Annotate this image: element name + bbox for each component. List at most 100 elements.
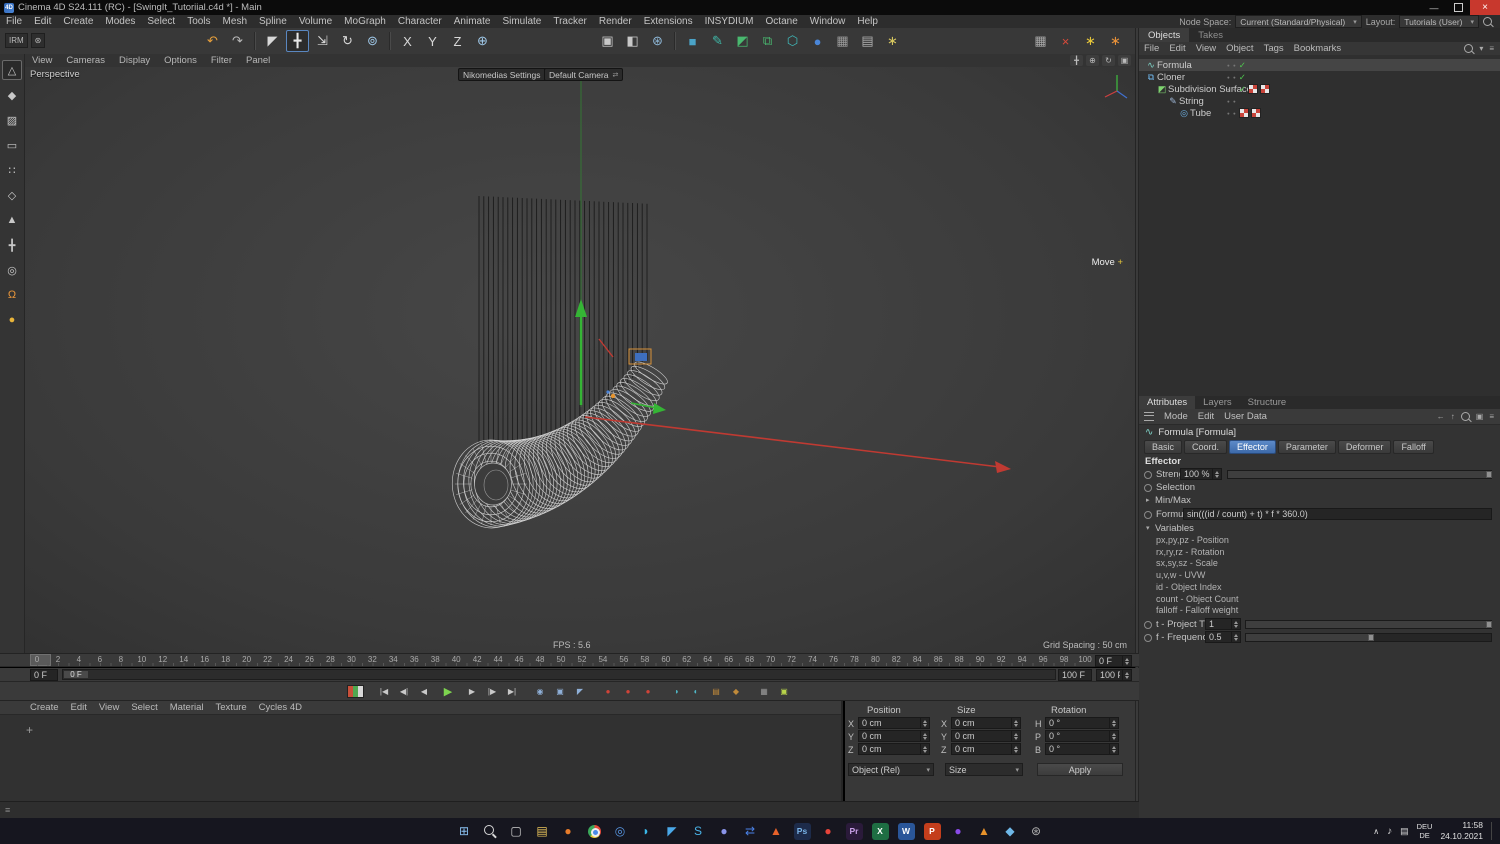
slider-handle[interactable] (1486, 621, 1492, 628)
strength-field[interactable]: 100 % (1180, 468, 1222, 480)
teamviewer-icon[interactable]: ⇄ (738, 819, 762, 843)
minmax-row[interactable]: ▸ Min/Max (1139, 494, 1495, 507)
chrome-icon[interactable] (582, 819, 606, 843)
spinner[interactable] (920, 731, 929, 741)
keyframe-dot-icon[interactable] (1144, 511, 1152, 519)
search-icon[interactable] (1464, 44, 1474, 53)
menu-tracker[interactable]: Tracker (547, 16, 593, 27)
coord-rotation-b-field[interactable]: 0 ° (1045, 743, 1119, 755)
edges-mode-icon[interactable]: ◇ (2, 185, 22, 205)
spinner[interactable] (1109, 718, 1118, 728)
key-parameter-button[interactable]: ◑ (667, 684, 685, 699)
spinner[interactable] (1212, 469, 1221, 479)
menu-mograph[interactable]: MoGraph (338, 16, 392, 27)
tab-deformer[interactable]: Deformer (1337, 440, 1392, 454)
keyframe-dot-icon[interactable] (1144, 634, 1152, 642)
model-mode-icon[interactable]: ◆ (2, 85, 22, 105)
menu-spline[interactable]: Spline (253, 16, 293, 27)
lock-x-button[interactable]: X (396, 30, 419, 52)
material-menu-texture[interactable]: Texture (210, 702, 253, 713)
menu-select[interactable]: Select (141, 16, 181, 27)
redo-icon[interactable]: ↷ (226, 30, 249, 52)
coord-position-y-field[interactable]: 0 cm (858, 730, 930, 742)
plugin-yellow-icon[interactable]: ∗ (1079, 30, 1102, 52)
tree-item-cloner[interactable]: ⧉ Cloner ● ● ✓ (1139, 71, 1500, 83)
objects-menu-tags[interactable]: Tags (1259, 43, 1289, 54)
coord-position-x-field[interactable]: 0 cm (858, 717, 930, 729)
render-pv-icon[interactable]: ◧ (621, 30, 644, 52)
coord-size-y-field[interactable]: 0 cm (951, 730, 1021, 742)
apply-button[interactable]: Apply (1037, 763, 1123, 776)
brave-icon[interactable]: ▲ (764, 819, 788, 843)
burger-menu-icon[interactable] (1144, 412, 1154, 421)
timeline-ruler[interactable]: 0 F 0 2 4 6 8 10 12 14 16 18 20 22 24 26 28 30 32 34 36 38 4… (0, 653, 1139, 667)
spline-pen-icon[interactable]: ✎ (706, 30, 729, 52)
menu-octane[interactable]: Octane (760, 16, 804, 27)
menu-edit[interactable]: Edit (28, 16, 57, 27)
material-menu-create[interactable]: Create (24, 702, 65, 713)
collapsed-caret-icon[interactable]: ▸ (1146, 494, 1150, 507)
filter-icon[interactable]: ▾ (1479, 44, 1483, 53)
range-playhead-chip[interactable]: 0 F (64, 670, 88, 679)
tree-item-string[interactable]: ✎ String ● ● (1139, 95, 1500, 107)
light-tool-icon[interactable]: ∗ (881, 30, 904, 52)
texture-tag-icon[interactable] (1247, 84, 1258, 94)
telegram-icon[interactable]: ◤ (660, 819, 684, 843)
slider-handle[interactable] (1486, 471, 1492, 478)
back-arrow-icon[interactable]: ← (1437, 412, 1445, 421)
keyboard-icon[interactable]: ▤ (1400, 826, 1409, 837)
objects-menu-bookmarks[interactable]: Bookmarks (1289, 43, 1347, 54)
keyframe-bar-icon[interactable]: ▤ (707, 684, 725, 699)
excel-icon[interactable]: X (868, 819, 892, 843)
coord-size-x-field[interactable]: 0 cm (951, 717, 1021, 729)
key-pla-button[interactable]: ◐ (687, 684, 705, 699)
points-mode-icon[interactable]: ∷ (2, 160, 22, 180)
range-start-field[interactable]: 0 F (30, 669, 58, 681)
objects-menu-edit[interactable]: Edit (1164, 43, 1190, 54)
premiere-icon[interactable]: Pr (842, 819, 866, 843)
solo-mode-icon[interactable]: ◎ (2, 260, 22, 280)
volume-tool-icon[interactable]: ⬡ (781, 30, 804, 52)
tab-effector[interactable]: Effector (1229, 440, 1276, 454)
word-icon[interactable]: W (894, 819, 918, 843)
expanded-caret-icon[interactable]: ▾ (1146, 522, 1150, 535)
snap-icon[interactable]: Ω (2, 285, 22, 305)
menu-volume[interactable]: Volume (293, 16, 338, 27)
texture-tag-icon[interactable] (1250, 108, 1261, 118)
workplane-icon[interactable]: ▭ (2, 135, 22, 155)
tab-takes[interactable]: Takes (1189, 28, 1232, 42)
goto-end-button[interactable]: ▶| (503, 684, 521, 699)
next-frame-button[interactable]: ▶ (463, 684, 481, 699)
tree-item-subdivision-surface[interactable]: ◩ Subdivision Surface ● ● ✓ (1139, 83, 1500, 95)
lock-icon[interactable]: ▣ (1476, 412, 1484, 421)
texture-tag-icon[interactable] (1259, 84, 1270, 94)
grip-icon[interactable]: ≡ (5, 805, 10, 815)
formula-input[interactable]: sin(((id / count) + t) * f * 360.0) (1183, 508, 1492, 520)
zoom-view-icon[interactable]: ⊕ (1086, 55, 1099, 66)
goto-start-button[interactable]: |◀ (375, 684, 393, 699)
autokey-button[interactable]: ▣ (551, 684, 569, 699)
lock-z-button[interactable]: Z (446, 30, 469, 52)
camera-tool-icon[interactable]: ▤ (856, 30, 879, 52)
menu-extensions[interactable]: Extensions (638, 16, 699, 27)
menu-render[interactable]: Render (593, 16, 638, 27)
viewport-menu-cameras[interactable]: Cameras (59, 55, 112, 66)
purple-app-icon[interactable]: ● (946, 819, 970, 843)
material-menu-material[interactable]: Material (164, 702, 210, 713)
lock-y-button[interactable]: Y (421, 30, 444, 52)
live-selection-icon[interactable]: ◤ (261, 30, 284, 52)
start-button[interactable]: ⊞ (452, 819, 476, 843)
spinner[interactable] (1011, 731, 1020, 741)
frequency-field[interactable]: 0.5 (1205, 631, 1241, 643)
next-key-button[interactable]: |▶ (483, 684, 501, 699)
opera-icon[interactable]: ● (816, 819, 840, 843)
vlc-icon[interactable]: ▲ (972, 819, 996, 843)
objects-menu-view[interactable]: View (1191, 43, 1221, 54)
render-settings-icon[interactable]: ⊛ (646, 30, 669, 52)
objects-menu-object[interactable]: Object (1221, 43, 1258, 54)
spinner[interactable] (1011, 718, 1020, 728)
enabled-check-icon[interactable]: ✓ (1239, 72, 1246, 83)
mode-menu-edit[interactable]: Edit (1193, 411, 1219, 422)
object-mode-dropdown[interactable]: Object (Rel) ▾ (848, 763, 934, 776)
spinner[interactable] (920, 744, 929, 754)
